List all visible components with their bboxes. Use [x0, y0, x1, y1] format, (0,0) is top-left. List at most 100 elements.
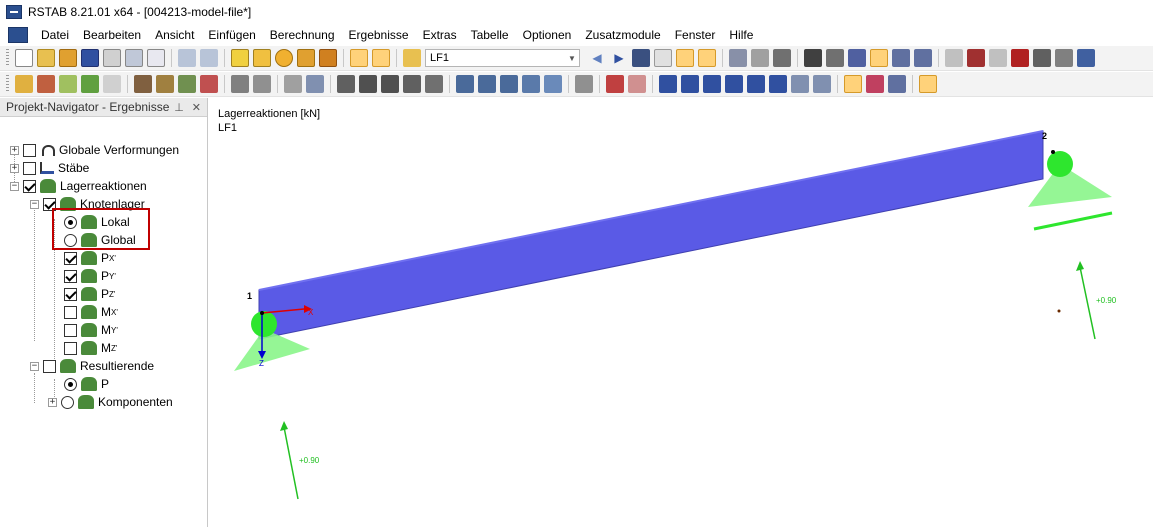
- menu-hilfe[interactable]: Hilfe: [722, 25, 760, 45]
- menu-zusatzmodule[interactable]: Zusatzmodule: [578, 25, 667, 45]
- hinge-icon[interactable]: [103, 75, 121, 93]
- internal-forces-icon[interactable]: [606, 75, 624, 93]
- moment-my-icon[interactable]: [747, 75, 765, 93]
- radio-p[interactable]: [64, 377, 77, 391]
- view-iso-icon[interactable]: [848, 49, 866, 67]
- checkbox-mx[interactable]: [64, 305, 77, 319]
- menu-fenster[interactable]: Fenster: [668, 25, 723, 45]
- result-beam-icon[interactable]: [866, 75, 884, 93]
- expand-icon[interactable]: +: [10, 145, 19, 155]
- load-member-icon[interactable]: [156, 75, 174, 93]
- delete-icon[interactable]: [1011, 49, 1029, 67]
- checkbox-lagerreaktionen[interactable]: [23, 179, 36, 193]
- more-tools-icon[interactable]: [1077, 49, 1095, 67]
- collapse-icon[interactable]: −: [10, 181, 19, 191]
- toolbar-grip-2[interactable]: [6, 75, 9, 93]
- select-icon[interactable]: [945, 49, 963, 67]
- force-n-icon[interactable]: [659, 75, 677, 93]
- line-icon[interactable]: [37, 75, 55, 93]
- tree-node-pz[interactable]: P Z': [64, 285, 115, 303]
- tree-node-mz[interactable]: M Z': [64, 339, 117, 357]
- open-folder-icon[interactable]: [37, 49, 55, 67]
- load-node-icon[interactable]: [134, 75, 152, 93]
- load-case-icon[interactable]: [403, 49, 421, 67]
- toolbar-grip[interactable]: [6, 49, 9, 67]
- menu-bearbeiten[interactable]: Bearbeiten: [76, 25, 148, 45]
- tree-node-lagerreaktionen[interactable]: − Lagerreaktionen: [10, 177, 147, 195]
- moment-mt-icon[interactable]: [725, 75, 743, 93]
- graphics-view[interactable]: Lagerreaktionen [kN] LF1 1 2 X Z +0.90 +…: [214, 99, 1153, 527]
- tree-node-p[interactable]: P: [64, 375, 109, 393]
- document-menu-icon[interactable]: [8, 27, 28, 43]
- snap-icon[interactable]: [337, 75, 355, 93]
- grid-icon[interactable]: [826, 49, 844, 67]
- calculate-all-icon[interactable]: [297, 49, 315, 67]
- zoom-icon[interactable]: [381, 75, 399, 93]
- close-icon[interactable]: ✕: [192, 101, 201, 114]
- axis-x-icon[interactable]: [456, 75, 474, 93]
- guide-icon[interactable]: [306, 75, 324, 93]
- print-icon[interactable]: [103, 49, 121, 67]
- view-side-icon[interactable]: [914, 49, 932, 67]
- support-icon[interactable]: [81, 75, 99, 93]
- show-results-icon[interactable]: [676, 49, 694, 67]
- tree-node-px[interactable]: P X': [64, 249, 116, 267]
- menu-ergebnisse[interactable]: Ergebnisse: [342, 25, 416, 45]
- settings-icon[interactable]: [1055, 49, 1073, 67]
- moment-mz-icon[interactable]: [769, 75, 787, 93]
- calculate-icon[interactable]: [275, 49, 293, 67]
- render-icon[interactable]: [1033, 49, 1051, 67]
- chevron-down-icon[interactable]: ▼: [565, 50, 579, 66]
- table-view-icon[interactable]: [350, 49, 368, 67]
- redo-icon[interactable]: [200, 49, 218, 67]
- axis-z-icon[interactable]: [500, 75, 518, 93]
- checkbox-globale-verformungen[interactable]: [23, 143, 36, 157]
- model-canvas[interactable]: 1 2 X Z +0.90 +0.90: [214, 99, 1153, 527]
- support-reactions-icon[interactable]: [844, 75, 862, 93]
- view-3d-icon[interactable]: [425, 75, 443, 93]
- results-icon[interactable]: [319, 49, 337, 67]
- member-icon[interactable]: [59, 75, 77, 93]
- show-values-icon[interactable]: [698, 49, 716, 67]
- previous-load-case-icon[interactable]: ◀: [588, 49, 606, 67]
- view-options-icon[interactable]: [575, 75, 593, 93]
- tree-node-my[interactable]: M Y': [64, 321, 118, 339]
- search-icon[interactable]: [253, 49, 271, 67]
- force-vz-icon[interactable]: [703, 75, 721, 93]
- view-top-icon[interactable]: [892, 49, 910, 67]
- collapse-icon[interactable]: −: [30, 199, 39, 209]
- checkbox-my[interactable]: [64, 323, 77, 337]
- tree-node-staebe[interactable]: + Stäbe: [10, 159, 89, 177]
- node-icon[interactable]: [15, 75, 33, 93]
- save-icon[interactable]: [81, 49, 99, 67]
- checkbox-resultierende[interactable]: [43, 359, 56, 373]
- checkbox-py[interactable]: [64, 269, 77, 283]
- cut-icon[interactable]: [967, 49, 985, 67]
- dimension-icon[interactable]: [231, 75, 249, 93]
- table-show-icon[interactable]: [372, 49, 390, 67]
- force-py-icon[interactable]: [791, 75, 809, 93]
- expand-icon[interactable]: +: [48, 397, 57, 407]
- tree-node-resultierende[interactable]: − Resultierende: [30, 357, 154, 375]
- result-table-icon[interactable]: [888, 75, 906, 93]
- collapse-icon[interactable]: −: [30, 361, 39, 371]
- view-front-icon[interactable]: [870, 49, 888, 67]
- axis-minus-x-icon[interactable]: [522, 75, 540, 93]
- zoom-all-icon[interactable]: [403, 75, 421, 93]
- tree-node-komponenten[interactable]: + Komponenten: [48, 393, 173, 411]
- menu-ansicht[interactable]: Ansicht: [148, 25, 201, 45]
- checkbox-staebe[interactable]: [23, 161, 36, 175]
- grid-point-icon[interactable]: [284, 75, 302, 93]
- report-icon[interactable]: [919, 75, 937, 93]
- mirror-icon[interactable]: [989, 49, 1007, 67]
- menu-tabelle[interactable]: Tabelle: [464, 25, 516, 45]
- load-case-select[interactable]: LF1 ▼: [425, 49, 580, 67]
- menu-einfuegen[interactable]: Einfügen: [201, 25, 262, 45]
- zoom-window-icon[interactable]: [359, 75, 377, 93]
- pin-icon[interactable]: ⊥: [174, 101, 184, 114]
- display-icon[interactable]: [804, 49, 822, 67]
- menu-extras[interactable]: Extras: [416, 25, 464, 45]
- deformation-icon[interactable]: [628, 75, 646, 93]
- edit-icon[interactable]: [231, 49, 249, 67]
- checkbox-mz[interactable]: [64, 341, 77, 355]
